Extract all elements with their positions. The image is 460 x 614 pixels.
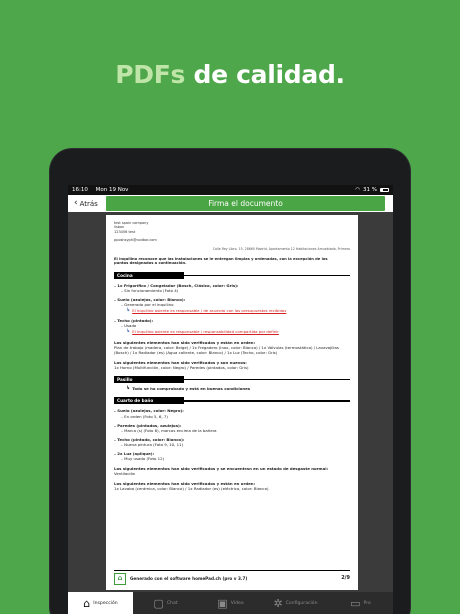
battery-icon: [380, 188, 389, 192]
pdf-page: test spain company lisbon 123456 test pp…: [106, 215, 358, 590]
tab-label: Vídeo: [230, 600, 244, 606]
tab-label: Chat: [166, 600, 178, 606]
status-time: 16:10: [72, 187, 88, 193]
status-bar: 16:10 Mon 19 Nov ◠ 31 %: [68, 185, 393, 195]
pdf-footer: ⌂ Generado con el software homePad.ch (p…: [114, 570, 350, 585]
section-label: Cuarto de baño: [114, 397, 184, 405]
nav-title: Firma el documento: [106, 196, 385, 211]
page-number: 2/9: [341, 575, 350, 582]
section-label: Cocina: [114, 272, 184, 280]
promo-accent: PDFs: [115, 60, 186, 89]
arrow-right-icon: ↳: [126, 328, 131, 335]
pasillo-status: ↳ Todo se ha comprobado y está en buenas …: [114, 385, 350, 392]
new-text: 1x Horno (Multifunción, color: Negro) / …: [114, 364, 249, 370]
video-icon: ▣: [217, 596, 228, 610]
responsibility-link[interactable]: El inquilino asiente es responsable / re…: [132, 329, 279, 334]
list-item-detail: – Sin funcionamiento (Foto 4): [121, 288, 179, 294]
ok-text: 1x Lavabo (cerámica, color: Blanco) / 1x…: [114, 486, 269, 492]
homepad-logo-icon: ⌂: [114, 572, 126, 585]
back-button[interactable]: ‹ Atrás: [68, 199, 106, 208]
responsibility-link[interactable]: El inquilino asiente es responsable / de…: [132, 308, 286, 313]
promo-headline: PDFs de calidad.: [0, 60, 460, 89]
tablet-screen: 16:10 Mon 19 Nov ◠ 31 % ‹ Atrás Firma el…: [68, 185, 393, 614]
company-block: test spain company lisbon 123456 test pp…: [114, 221, 350, 243]
section-bano: Cuarto de baño: [114, 397, 350, 405]
tab-label: Pro: [363, 600, 371, 606]
tab-video[interactable]: ▣ Vídeo: [198, 592, 263, 614]
back-label: Atrás: [79, 199, 98, 208]
company-email: pposhsyph@codbor.com: [114, 238, 157, 243]
footer-text: Generado con el software homePad.ch (pro…: [130, 575, 248, 581]
pasillo-text: Todo se ha comprobado y está en buenas c…: [132, 385, 251, 391]
tab-bar: ⌂ Inspección ▢ Chat ▣ Vídeo ✲ Configuración …: [68, 592, 393, 614]
gear-icon: ✲: [273, 596, 283, 610]
tab-chat[interactable]: ▢ Chat: [133, 592, 198, 614]
list-item-detail: – Nueva pintura (Foto 9, 10, 11): [121, 441, 184, 447]
wifi-icon: ◠: [355, 187, 361, 193]
document-viewer[interactable]: test spain company lisbon 123456 test pp…: [68, 212, 393, 592]
responsibility-line: ↳ El inquilino asiente es responsable / r…: [114, 328, 350, 335]
wear-text: Ventilación: [114, 471, 136, 477]
tab-label: Inspección: [93, 600, 118, 606]
pro-icon: ▭: [350, 596, 361, 610]
arrow-right-icon: ↳: [126, 384, 131, 391]
tab-configuracion[interactable]: ✲ Configuración: [263, 592, 328, 614]
list-item-detail: – Marca (s) (Foto 8), marcas encima de l…: [121, 427, 217, 433]
responsibility-line: ↳ El inquilino asiente es responsable / d…: [114, 307, 350, 314]
chat-icon: ▢: [153, 596, 164, 610]
verified-text: Plan de trabajo (madera, color: Beige) /…: [114, 344, 339, 355]
promo-rest: de calidad.: [185, 60, 345, 89]
list-item-detail: – En orden (Foto 5, 6, 7): [121, 413, 168, 419]
arrow-right-icon: ↳: [126, 307, 131, 314]
tab-pro[interactable]: ▭ Pro: [328, 592, 393, 614]
wear-heading: Los siguientes elementos han sido verifi…: [114, 466, 329, 472]
nav-bar: ‹ Atrás Firma el documento: [68, 195, 393, 212]
tab-inspeccion[interactable]: ⌂ Inspección: [68, 592, 133, 614]
tab-label: Configuración: [285, 600, 318, 606]
battery-percent: 31 %: [363, 187, 377, 193]
chevron-left-icon: ‹: [74, 198, 78, 208]
status-date: Mon 19 Nov: [95, 187, 129, 193]
section-label: Pasillo: [114, 375, 184, 383]
list-item-detail: – Muy usado (Foto 12): [121, 456, 165, 462]
home-icon: ⌂: [83, 596, 91, 610]
property-address: Calle Rey Libro, 15, 28660 Madrid, Apart…: [212, 247, 350, 251]
section-pasillo: Pasillo: [114, 375, 350, 383]
section-cocina: Cocina: [114, 272, 350, 280]
intro-text: El inquilino reconoce que las instalacio…: [114, 256, 328, 266]
